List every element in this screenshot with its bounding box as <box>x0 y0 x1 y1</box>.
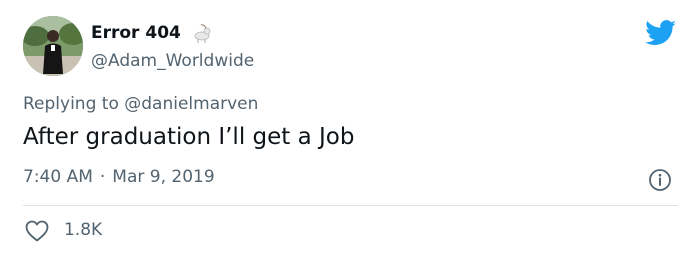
divider <box>23 205 678 206</box>
replying-to: Replying to @danielmarven <box>23 94 258 114</box>
tweet-meta: 7:40 AM · Mar 9, 2019 <box>23 167 215 187</box>
twitter-bird-icon[interactable] <box>645 20 677 46</box>
heart-icon[interactable] <box>25 220 49 242</box>
author-name[interactable]: Error 404 <box>91 22 213 44</box>
info-icon[interactable] <box>648 168 672 192</box>
tweet-time[interactable]: 7:40 AM <box>23 167 93 187</box>
meta-separator: · <box>99 167 106 187</box>
tweet-text: After graduation I’ll get a Job <box>23 124 355 150</box>
like-count[interactable]: 1.8K <box>64 220 102 240</box>
goat-icon <box>191 22 213 44</box>
avatar[interactable] <box>23 16 83 76</box>
reply-mention-link[interactable]: @danielmarven <box>124 94 258 114</box>
author-handle[interactable]: @Adam_Worldwide <box>91 51 254 71</box>
tweet-date[interactable]: Mar 9, 2019 <box>112 167 214 187</box>
author-name-text[interactable]: Error 404 <box>91 23 181 43</box>
replying-to-prefix: Replying to <box>23 94 125 114</box>
